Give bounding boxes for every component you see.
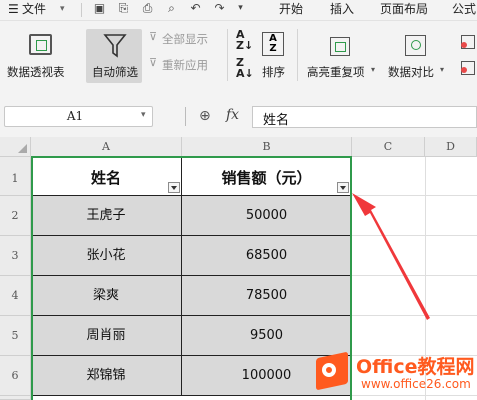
data-compare-button[interactable]: 数据对比 xyxy=(388,64,434,80)
row-header-3[interactable]: 3 xyxy=(0,236,31,276)
formula-content: 姓名 xyxy=(263,113,290,128)
column-header-c[interactable]: C xyxy=(352,137,425,157)
auto-filter-button[interactable]: 自动筛选 xyxy=(86,29,142,83)
reapply-button[interactable]: 重新应用 xyxy=(162,57,208,73)
fx-icon[interactable]: fx xyxy=(226,107,239,123)
undo-icon[interactable]: ↶ xyxy=(188,1,203,16)
chevron-down-icon[interactable]: ▾ xyxy=(141,110,146,120)
column-header-d[interactable]: D xyxy=(425,137,477,157)
filter-icon xyxy=(103,34,127,58)
filter-dropdown-button[interactable] xyxy=(168,182,180,193)
sort-descending-icon[interactable]: Z A↓ xyxy=(236,57,254,79)
chevron-down-icon[interactable]: ▾ xyxy=(371,65,375,74)
header-sales-text: 销售额（元） xyxy=(221,169,312,187)
cell-name[interactable]: 张小花 xyxy=(31,236,182,276)
row-header-7[interactable] xyxy=(0,396,31,400)
pivot-table-button[interactable]: 数据透视表 xyxy=(7,64,65,80)
watermark-brand: Office教程网 xyxy=(356,356,475,378)
chevron-down-icon[interactable]: ▾ xyxy=(60,0,65,20)
row-header-6[interactable]: 6 xyxy=(0,356,31,396)
divider xyxy=(227,29,228,81)
tab-formulas[interactable]: 公式 xyxy=(452,0,476,20)
print-preview-icon[interactable]: ⌕ xyxy=(164,1,179,16)
name-box[interactable]: A1 ▾ xyxy=(4,106,153,127)
show-all-button[interactable]: 全部显示 xyxy=(162,31,208,47)
column-header-a[interactable]: A xyxy=(31,137,182,157)
watermark-url: www.office26.com xyxy=(361,377,471,391)
tab-insert[interactable]: 插入 xyxy=(330,0,354,20)
tab-page-layout[interactable]: 页面布局 xyxy=(380,0,428,20)
name-box-value: A1 xyxy=(66,109,84,123)
cell-sales[interactable]: 68500 xyxy=(182,236,352,276)
cell-name[interactable]: 周肖丽 xyxy=(31,316,182,356)
validation-icon[interactable] xyxy=(461,35,475,49)
redo-icon[interactable]: ↷ xyxy=(212,1,227,16)
menu-bar: ☰ 文件 ▾ ▣ ⎘ ⎙ ⌕ ↶ ↷ ▾ 开始 插入 页面布局 公式 xyxy=(0,0,477,21)
sort-ascending-icon[interactable]: A Z↓ xyxy=(236,29,253,51)
file-menu[interactable]: 文件 xyxy=(22,0,46,20)
reapply-icon: ⊽ xyxy=(149,56,158,69)
remove-duplicates-icon[interactable] xyxy=(461,61,475,75)
zoom-icon[interactable]: ⊕ xyxy=(199,108,211,124)
hamburger-icon[interactable]: ☰ xyxy=(8,0,19,20)
pivot-table-icon xyxy=(29,34,52,55)
data-compare-icon xyxy=(405,35,426,56)
show-all-icon: ⊽ xyxy=(149,30,158,43)
highlight-duplicates-button[interactable]: 高亮重复项 xyxy=(307,64,365,80)
sort-button[interactable]: 排序 xyxy=(262,64,285,80)
formula-input[interactable]: 姓名 xyxy=(252,106,477,128)
cell-sales[interactable]: 50000 xyxy=(182,196,352,236)
row-header-2[interactable]: 2 xyxy=(0,196,31,236)
row-header-1[interactable]: 1 xyxy=(0,157,31,196)
cell-sales[interactable]: 78500 xyxy=(182,276,352,316)
chevron-down-icon[interactable]: ▾ xyxy=(440,65,444,74)
divider xyxy=(81,3,82,17)
header-name-text: 姓名 xyxy=(90,169,121,187)
row-header-4[interactable]: 4 xyxy=(0,276,31,316)
highlight-duplicates-icon xyxy=(330,37,350,56)
cell-name[interactable]: 王虎子 xyxy=(31,196,182,236)
select-all-corner[interactable] xyxy=(0,137,31,157)
auto-filter-label: 自动筛选 xyxy=(92,65,138,79)
office-logo-icon xyxy=(313,351,353,391)
divider xyxy=(185,107,186,126)
cell-name[interactable]: 郑锦锦 xyxy=(31,356,182,396)
row-header-5[interactable]: 5 xyxy=(0,316,31,356)
divider xyxy=(297,29,298,81)
header-cell-name[interactable]: 姓名 xyxy=(31,157,182,196)
annotation-arrow xyxy=(352,193,430,320)
header-cell-sales[interactable]: 销售额（元） xyxy=(182,157,352,196)
sort-icon: AZ xyxy=(262,32,284,56)
ribbon: 数据透视表 自动筛选 ⊽ 全部显示 ⊽ 重新应用 A Z↓ Z A↓ AZ 排序 高… xyxy=(0,21,477,91)
save-icon[interactable]: ▣ xyxy=(92,1,107,16)
cell-sales[interactable]: 9500 xyxy=(182,316,352,356)
tab-home[interactable]: 开始 xyxy=(279,0,303,20)
column-header-b[interactable]: B xyxy=(182,137,352,157)
more-icon[interactable]: ▾ xyxy=(233,1,248,16)
export-icon[interactable]: ⎘ xyxy=(116,1,131,16)
cell-name[interactable]: 梁爽 xyxy=(31,276,182,316)
print-icon[interactable]: ⎙ xyxy=(140,1,155,16)
